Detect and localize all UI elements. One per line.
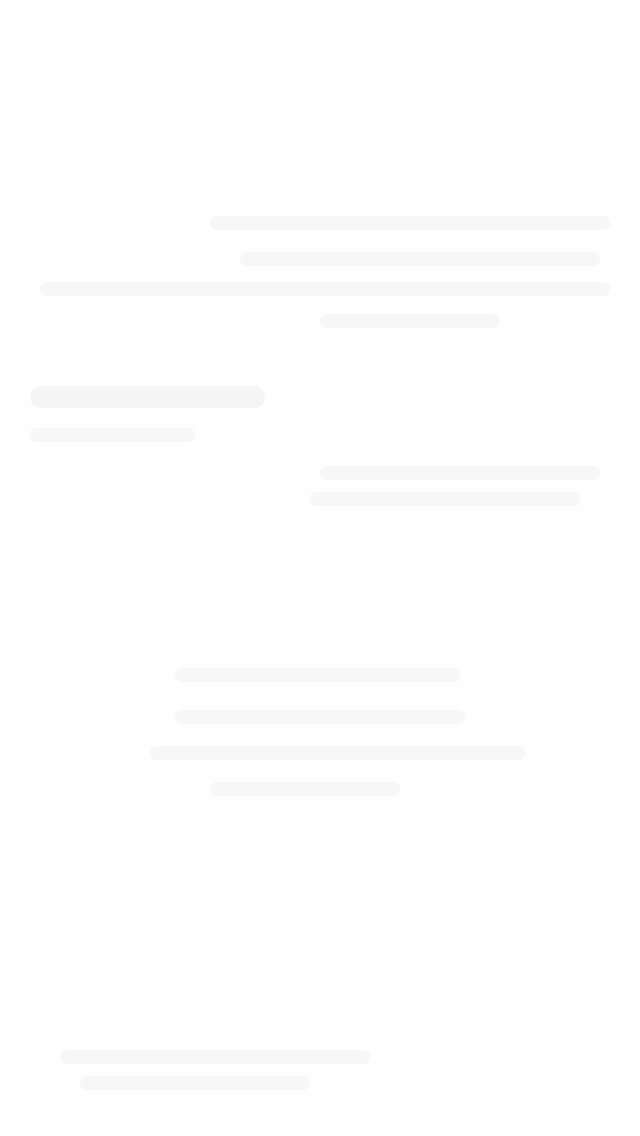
- placeholder-line: [40, 282, 610, 296]
- placeholder-line: [60, 1050, 370, 1064]
- placeholder-line: [30, 428, 195, 442]
- blank-screen: [0, 0, 640, 1136]
- placeholder-line: [310, 492, 580, 506]
- placeholder-line: [175, 710, 465, 724]
- placeholder-line: [320, 314, 500, 328]
- placeholder-line: [175, 668, 460, 682]
- placeholder-line: [150, 746, 525, 760]
- placeholder-line: [80, 1076, 310, 1090]
- placeholder-line: [210, 782, 400, 796]
- placeholder-line: [210, 216, 610, 230]
- placeholder-heading: [30, 386, 265, 408]
- placeholder-line: [240, 252, 600, 266]
- placeholder-line: [320, 466, 600, 480]
